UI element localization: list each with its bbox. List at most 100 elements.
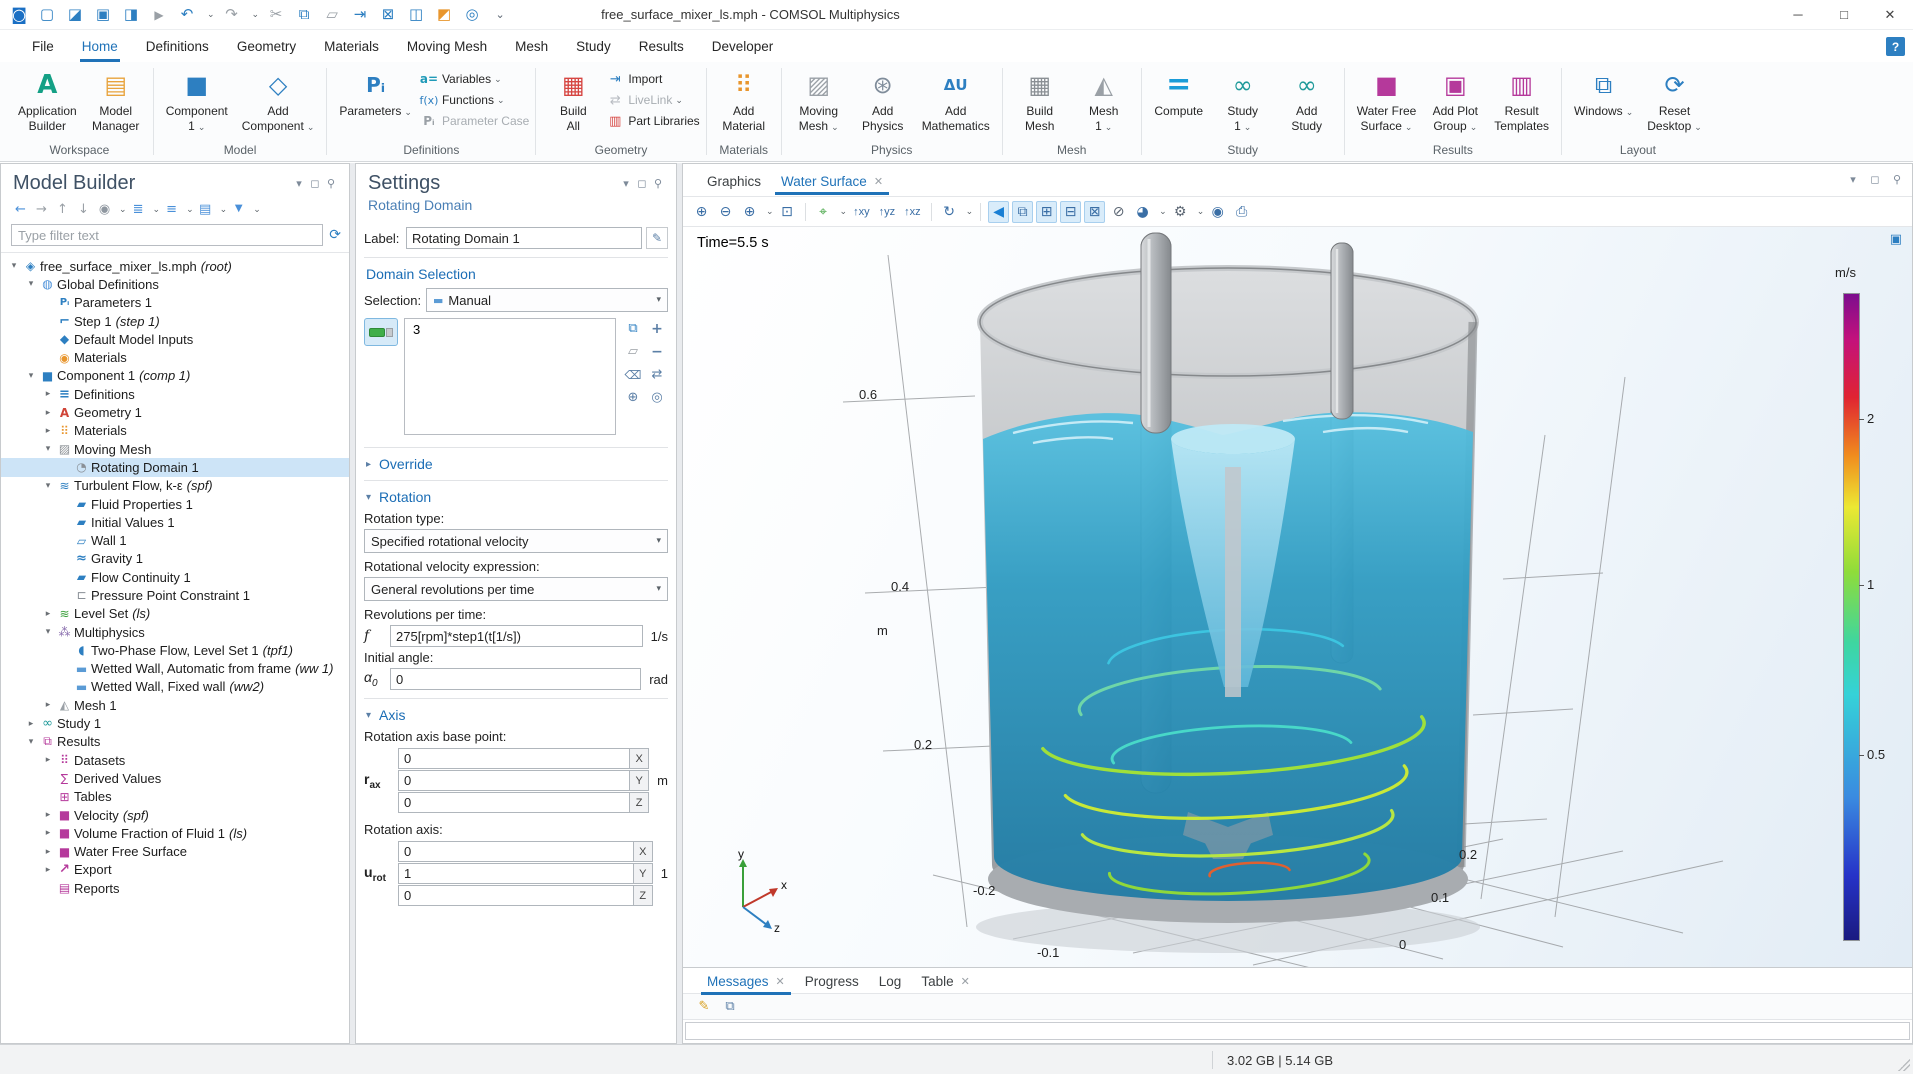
component-1-button[interactable]: ■Component1⌄ [160,66,234,137]
close-button[interactable]: ✕ [1867,0,1913,29]
ribbon-tab-definitions[interactable]: Definitions [132,32,223,61]
tab-water-surface[interactable]: Water Surface✕ [771,166,893,195]
variables-button[interactable]: a=Variables⌄ [420,71,529,87]
tree-item-fluid-properties-1[interactable]: ▰Fluid Properties 1 [1,495,349,513]
windows-button[interactable]: ⧉Windows⌄ [1568,66,1639,122]
coordinate-input[interactable]: 0 [398,748,630,769]
rve-dropdown[interactable]: General revolutions per time▾ [364,577,668,601]
add-math-icon[interactable]: ΔU [940,69,972,101]
compute-icon[interactable]: = [1163,69,1195,101]
tab-graphics[interactable]: Graphics [697,166,771,195]
build-all-button[interactable]: ▦BuildAll [542,66,604,137]
axis-x-button[interactable]: X [634,841,653,862]
scene-light-icon[interactable]: ⊟ [1060,201,1081,223]
comsol-logo[interactable]: ◙ [8,4,30,26]
ribbon-tab-mesh[interactable]: Mesh [501,32,562,61]
add-component-icon[interactable]: ◇ [262,69,294,101]
tree-item-velocity[interactable]: ▸■Velocity(spf) [1,806,349,824]
study-icon[interactable]: ∞ [1227,69,1259,101]
parameters-icon[interactable]: Pᵢ [360,69,392,101]
float-icon[interactable]: ◻ [634,176,650,192]
ribbon-tab-results[interactable]: Results [625,32,698,61]
dropdown-caret[interactable]: ⌄ [220,204,228,215]
coordinate-input[interactable]: 1 [398,863,634,884]
forward-icon[interactable]: → [32,200,51,218]
tree-item-mesh-1[interactable]: ▸◭Mesh 1 [1,696,349,714]
mesh1-icon[interactable]: ◭ [1088,69,1120,101]
zoom-selection-icon[interactable]: ⊕ [622,387,644,408]
pin-icon[interactable]: ⚲ [1890,172,1904,186]
node-columns-icon[interactable]: ▤ [196,200,215,218]
selection-dropdown[interactable]: ▬ Manual ▾ [426,288,668,312]
remove-icon[interactable]: − [646,341,668,362]
add-icon[interactable]: + [646,318,668,339]
coordinate-input[interactable]: 0 [398,841,634,862]
dropdown-caret[interactable]: ⌄ [186,204,194,215]
import-icon[interactable]: ⇥ [606,71,624,87]
dropdown-caret[interactable]: ⌄ [1159,206,1167,217]
chevron-down-icon[interactable]: ▾ [618,176,634,192]
ribbon-tab-file[interactable]: File [18,32,68,61]
paste-icon[interactable]: ▱ [321,4,343,26]
dropdown-caret[interactable]: ⌄ [766,206,774,217]
build-mesh-icon[interactable]: ▦ [1024,69,1056,101]
section-override[interactable]: Override [379,456,433,472]
add-study-icon[interactable]: ∞ [1291,69,1323,101]
view-xy-button[interactable]: ↑xy [850,204,873,220]
reset-desktop-icon[interactable]: ⟳ [1659,69,1691,101]
chevron-down-icon[interactable]: ▾ [291,176,307,192]
refresh-icon[interactable]: ⟳ [329,228,341,242]
graphics-settings-icon[interactable]: ⚙ [1170,201,1191,223]
tab-table[interactable]: Table✕ [911,966,980,995]
save-as-icon[interactable]: ◨ [120,4,142,26]
undo-icon[interactable]: ↶ [176,4,198,26]
open-icon[interactable]: ◪ [64,4,86,26]
reset-desktop-button[interactable]: ⟳ResetDesktop⌄ [1641,66,1708,137]
tree-item-moving-mesh[interactable]: ▾▨Moving Mesh [1,440,349,458]
zoom-extents-icon[interactable]: ⊡ [777,201,798,223]
mesh-1-button[interactable]: ◭Mesh1⌄ [1073,66,1135,137]
tree-expander[interactable]: ▾ [7,261,21,271]
customize-icon[interactable]: ⌄ [489,4,511,26]
messages-content[interactable] [685,1022,1910,1040]
dropdown-caret[interactable]: ⌄ [207,9,215,20]
add-plot-group-icon[interactable]: ▣ [1439,69,1471,101]
tree-item-tables[interactable]: ⊞Tables [1,788,349,806]
grid-icon[interactable]: ⊞ [1036,201,1057,223]
copy-table-icon[interactable]: ⧉ [721,998,739,1016]
tree-item-initial-values-1[interactable]: ▰Initial Values 1 [1,513,349,531]
tree-expander[interactable]: ▸ [24,719,38,729]
color-theme-icon[interactable]: ◕ [1132,201,1153,223]
go-to-view-icon[interactable]: ⌖ [813,201,834,223]
selection-list[interactable]: 3 [404,318,616,435]
zoom-out-icon[interactable]: ⊖ [715,201,736,223]
zoom-in-icon[interactable]: ⊕ [691,201,712,223]
tree-item-definitions[interactable]: ▸≡Definitions [1,385,349,403]
close-icon[interactable]: ✕ [961,975,970,988]
show-icon[interactable]: ◉ [95,200,114,218]
tree-item-results[interactable]: ▾⧉Results [1,733,349,751]
application-builder-button[interactable]: AApplicationBuilder [12,66,83,137]
tree-item-gravity-1[interactable]: ≈Gravity 1 [1,550,349,568]
pin-icon[interactable]: ⚲ [323,176,339,192]
rotation-type-dropdown[interactable]: Specified rotational velocity▾ [364,529,668,553]
tree-item-step-1[interactable]: ⌐Step 1(step 1) [1,312,349,330]
snapshot-icon[interactable]: ◉ [1207,201,1228,223]
result-templates-button[interactable]: ▥ResultTemplates [1488,66,1555,137]
tree-item-wall-1[interactable]: ▱Wall 1 [1,531,349,549]
add-component-button[interactable]: ◇AddComponent⌄ [236,66,321,137]
tree-expander[interactable]: ▸ [41,426,55,436]
highlight-icon[interactable]: ◎ [646,387,668,408]
water-free-surface-button[interactable]: ■Water FreeSurface⌄ [1351,66,1423,137]
tree-item-rotating-domain-1[interactable]: ◔Rotating Domain 1 [1,458,349,476]
image-icon[interactable]: ▣ [1890,233,1902,246]
dropdown-caret[interactable]: ⌄ [840,206,848,217]
moving-mesh-button[interactable]: ▨MovingMesh⌄ [788,66,850,137]
tree-item-wetted-wall-automatic-from-frame[interactable]: ▬Wetted Wall, Automatic from frame(ww 1) [1,660,349,678]
add-physics-button[interactable]: ⊛AddPhysics [852,66,914,137]
tree-item-parameters-1[interactable]: PᵢParameters 1 [1,294,349,312]
label-input[interactable]: Rotating Domain 1 [406,227,642,249]
section-rotation[interactable]: Rotation [379,489,431,505]
tree-expander[interactable]: ▾ [41,444,55,454]
add-study-button[interactable]: ∞AddStudy [1276,66,1338,137]
